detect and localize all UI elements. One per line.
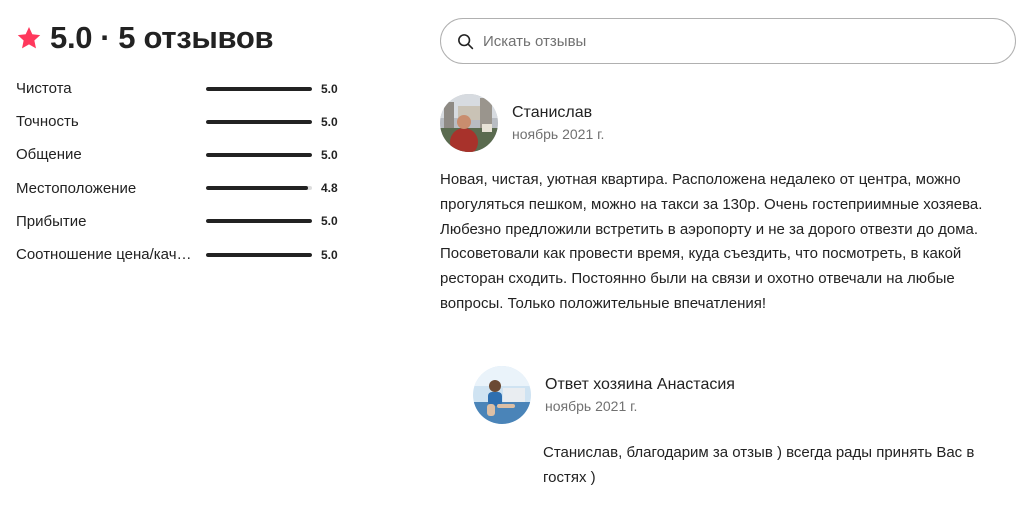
category-label: Местоположение	[16, 179, 137, 197]
category-label: Чистота	[16, 80, 72, 98]
review-author: Станислав	[512, 104, 593, 121]
category-label: Точность	[16, 113, 79, 131]
category-bar-fill	[206, 219, 312, 224]
category-value: 4.8	[321, 181, 338, 196]
category-bar	[206, 219, 312, 224]
rating-header: 5.0 · 5 отзывов	[16, 18, 274, 58]
search-icon	[458, 33, 474, 49]
category-bar	[206, 186, 312, 191]
review-header: Станислав ноябрь 2021 г.	[440, 94, 604, 152]
category-label: Общение	[16, 146, 82, 164]
category-bar-fill	[206, 252, 312, 257]
category-bar	[206, 252, 312, 257]
reply-text: Станислав, благодарим за отзыв ) всегда …	[543, 444, 975, 486]
category-bar	[206, 152, 312, 157]
category-label: Прибытие	[16, 212, 87, 230]
category-bar-fill	[206, 152, 312, 157]
author-info: Станислав ноябрь 2021 г.	[512, 102, 604, 144]
rating-value: 5.0	[50, 20, 93, 55]
rating-separator: ·	[100, 20, 111, 55]
category-bar-fill	[206, 186, 308, 191]
category-row: Соотношение цена/качество 5.0	[16, 238, 346, 271]
category-value: 5.0	[321, 214, 338, 229]
category-bar-fill	[206, 119, 312, 124]
author-info: Ответ хозяина Анастасия ноябрь 2021 г.	[545, 374, 735, 416]
category-value: 5.0	[321, 114, 338, 129]
review-count: 5 отзывов	[118, 20, 274, 55]
category-value: 5.0	[321, 147, 338, 162]
reply-author: Ответ хозяина Анастасия	[545, 376, 735, 393]
category-bar-fill	[206, 86, 312, 91]
search-box[interactable]	[440, 18, 1016, 64]
category-row: Точность 5.0	[16, 105, 346, 138]
avatar[interactable]	[440, 94, 498, 152]
category-value: 5.0	[321, 81, 338, 96]
host-avatar[interactable]	[473, 366, 531, 424]
search-input[interactable]	[483, 32, 1015, 50]
category-bar	[206, 86, 312, 91]
category-label: Соотношение цена/качество	[16, 246, 192, 264]
reviews-page: 5.0 · 5 отзывов Чистота 5.0 Точность 5.0 О…	[0, 0, 1024, 510]
star-icon	[17, 27, 41, 49]
reply-date: ноябрь 2021 г.	[545, 398, 638, 414]
rating-summary: 5.0 · 5 отзывов	[50, 20, 274, 56]
category-value: 5.0	[321, 247, 338, 262]
reply-header: Ответ хозяина Анастасия ноябрь 2021 г.	[473, 366, 735, 424]
review-text: Новая, чистая, уютная квартира. Располож…	[440, 171, 983, 312]
category-row: Прибытие 5.0	[16, 205, 346, 238]
review-date: ноябрь 2021 г.	[512, 126, 605, 142]
category-bar	[206, 119, 312, 124]
category-row: Общение 5.0	[16, 138, 346, 171]
category-row: Местоположение 4.8	[16, 172, 346, 205]
category-row: Чистота 5.0	[16, 72, 346, 105]
category-ratings: Чистота 5.0 Точность 5.0 Общение 5.0 Мес…	[16, 72, 346, 271]
